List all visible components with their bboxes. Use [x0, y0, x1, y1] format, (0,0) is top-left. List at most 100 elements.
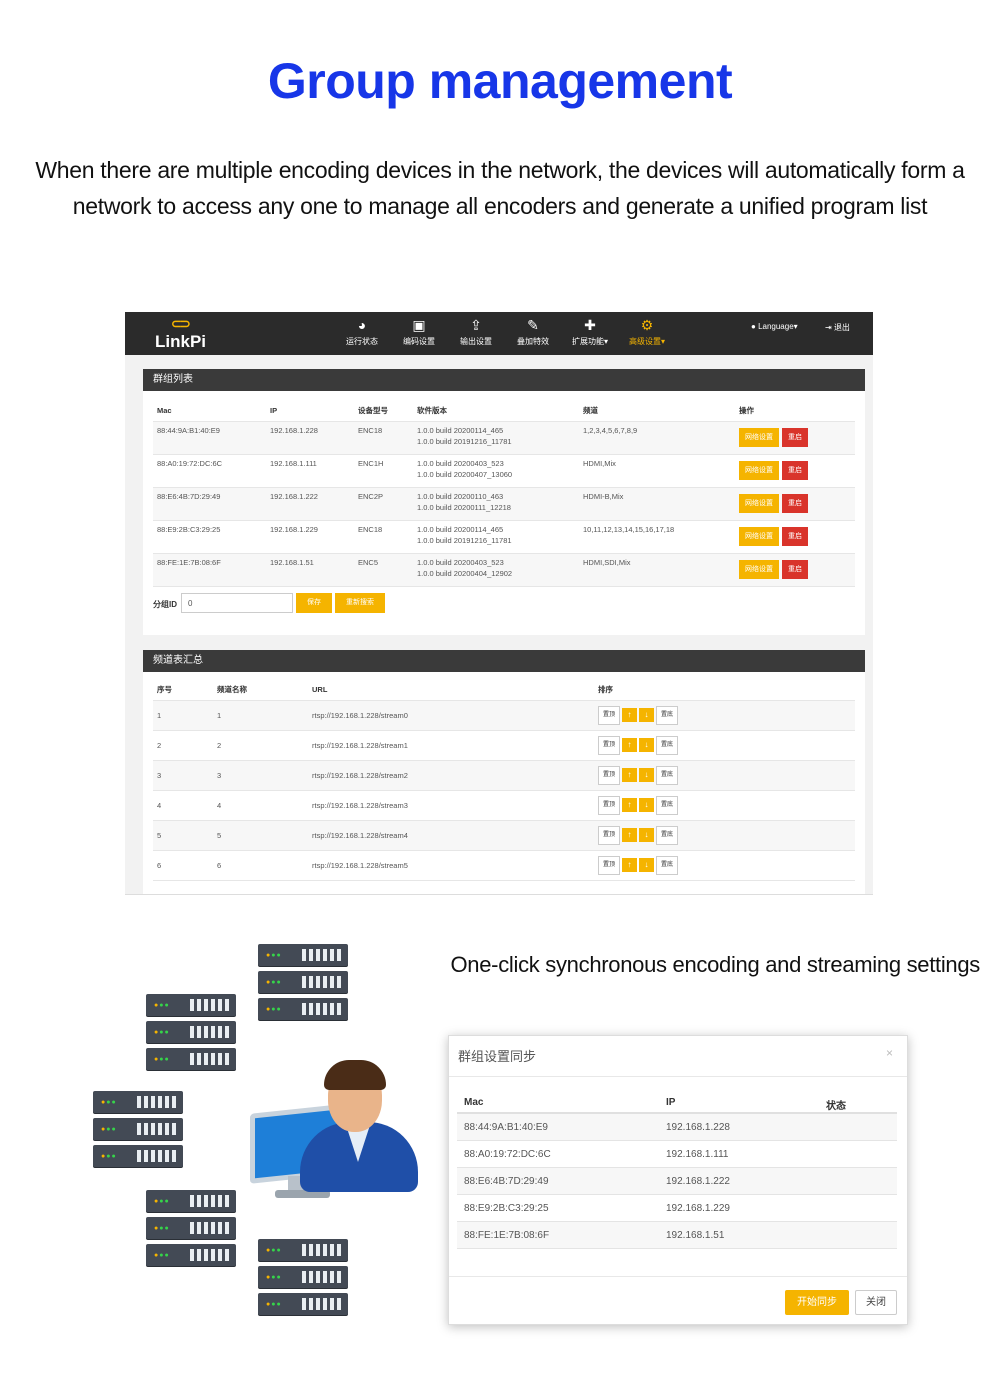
- server-unit: ●●●: [146, 1190, 236, 1212]
- cell-channels: HDMI,SDI,Mix: [579, 553, 735, 587]
- cell-name: 6: [213, 850, 308, 881]
- server-unit: ●●●: [93, 1145, 183, 1167]
- cell-mac: 88:FE:1E:7B:08:6F: [153, 553, 266, 587]
- nav-advanced[interactable]: ⚙ 高级设置▾: [622, 316, 672, 347]
- move-down-button[interactable]: ↓: [639, 768, 655, 782]
- channel-summary-title: 频道表汇总: [143, 650, 865, 672]
- version-line: 1.0.0 build 20191216_11781: [417, 436, 512, 446]
- move-top-button[interactable]: 置顶: [598, 825, 621, 845]
- network-settings-button[interactable]: 网络设置: [739, 461, 779, 480]
- person-hair: [324, 1060, 386, 1090]
- logo[interactable]: ⊂⊃ LinkPi: [153, 316, 233, 352]
- server-unit: ●●●: [258, 1293, 348, 1315]
- cell-version: 1.0.0 build 20200403_523 1.0.0 build 2020…: [413, 454, 579, 488]
- move-top-button[interactable]: 置顶: [598, 735, 621, 755]
- move-top-button[interactable]: 置顶: [598, 855, 621, 875]
- sync-subtitle: One-click synchronous encoding and strea…: [450, 952, 980, 977]
- led-icon: ●●●: [154, 1029, 170, 1036]
- group-id-input[interactable]: 0: [181, 592, 293, 613]
- move-down-button[interactable]: ↓: [639, 708, 655, 722]
- move-up-button[interactable]: ↑: [622, 798, 638, 812]
- close-icon[interactable]: ×: [886, 1046, 893, 1060]
- cell-url: rtsp://192.168.1.228/stream5: [308, 850, 594, 881]
- restart-button[interactable]: 重启: [782, 560, 808, 579]
- nav-encode[interactable]: ▣ 编码设置: [394, 316, 444, 347]
- restart-button[interactable]: 重启: [782, 527, 808, 546]
- col-ip: IP: [266, 401, 354, 422]
- network-settings-button[interactable]: 网络设置: [739, 527, 779, 546]
- cell-ip: 192.168.1.51: [666, 1230, 725, 1241]
- nav-label: 运行状态: [346, 337, 378, 346]
- drive-bays: [302, 1244, 342, 1256]
- move-down-button[interactable]: ↓: [639, 738, 655, 752]
- group-list-title: 群组列表: [143, 369, 865, 391]
- drive-bays: [190, 1053, 230, 1065]
- group-list-panel: 群组列表 Mac IP 设备型号 软件版本 频道 操作 88:44:9A:B1:…: [143, 369, 865, 635]
- move-bottom-button[interactable]: 置底: [656, 795, 679, 815]
- network-settings-button[interactable]: 网络设置: [739, 428, 779, 447]
- cell-mac: 88:E9:2B:C3:29:25: [464, 1203, 549, 1214]
- cell-ip: 192.168.1.222: [266, 487, 354, 521]
- start-sync-button[interactable]: 开始同步: [785, 1290, 849, 1315]
- move-top-button[interactable]: 置顶: [598, 705, 621, 725]
- move-up-button[interactable]: ↑: [622, 858, 638, 872]
- table-header-row: Mac IP 设备型号 软件版本 频道 操作: [153, 401, 855, 422]
- col-mac: Mac: [153, 401, 266, 422]
- nav-status[interactable]: ◕ 运行状态: [337, 316, 387, 347]
- move-up-button[interactable]: ↑: [622, 828, 638, 842]
- move-up-button[interactable]: ↑: [622, 768, 638, 782]
- table-row: 88:E9:2B:C3:29:25 192.168.1.229 ENC18 1.…: [153, 520, 855, 554]
- cell-version: 1.0.0 build 20200114_465 1.0.0 build 2019…: [413, 421, 579, 455]
- restart-button[interactable]: 重启: [782, 494, 808, 513]
- nav-overlay[interactable]: ✎ 叠加特效: [508, 316, 558, 347]
- cell-mac: 88:A0:19:72:DC:6C: [464, 1149, 551, 1160]
- led-icon: ●●●: [266, 952, 282, 959]
- col-sort: 排序: [594, 680, 855, 701]
- server-unit: ●●●: [93, 1118, 183, 1140]
- cell-name: 5: [213, 820, 308, 851]
- server-rack: ●●● ●●● ●●●: [93, 1091, 183, 1172]
- restart-button[interactable]: 重启: [782, 461, 808, 480]
- dashboard-icon: ◕: [357, 317, 367, 333]
- move-top-button[interactable]: 置顶: [598, 765, 621, 785]
- table-row: 88:44:9A:B1:40:E9 192.168.1.228: [457, 1114, 897, 1141]
- move-up-button[interactable]: ↑: [622, 708, 638, 722]
- table-header-row: Mac IP 状态: [457, 1089, 897, 1114]
- move-bottom-button[interactable]: 置底: [656, 735, 679, 755]
- cell-sort: 置顶 ↑ ↓ 置底: [594, 820, 855, 851]
- move-down-button[interactable]: ↓: [639, 858, 655, 872]
- rescan-button[interactable]: 重新搜索: [335, 592, 385, 613]
- col-url: URL: [308, 680, 594, 701]
- network-settings-button[interactable]: 网络设置: [739, 494, 779, 513]
- version-line: 1.0.0 build 20200403_523: [417, 557, 504, 567]
- cell-no: 3: [153, 760, 213, 791]
- table-row: 6 6 rtsp://192.168.1.228/stream5 置顶 ↑ ↓ 置底: [153, 850, 855, 881]
- move-bottom-button[interactable]: 置底: [656, 765, 679, 785]
- nav-output[interactable]: ⇪ 输出设置: [451, 316, 501, 347]
- col-channel: 频道: [579, 401, 735, 422]
- nav-extend[interactable]: ✚ 扩展功能▾: [565, 316, 615, 347]
- move-bottom-button[interactable]: 置底: [656, 855, 679, 875]
- move-down-button[interactable]: ↓: [639, 798, 655, 812]
- table-header-row: 序号 频道名称 URL 排序: [153, 680, 855, 701]
- server-unit: ●●●: [146, 1217, 236, 1239]
- upload-icon: ⇪: [470, 317, 482, 333]
- led-icon: ●●●: [266, 1247, 282, 1254]
- cell-version: 1.0.0 build 20200403_523 1.0.0 build 2020…: [413, 553, 579, 587]
- cell-channels: 10,11,12,13,14,15,16,17,18: [579, 520, 735, 554]
- language-menu[interactable]: ● Language▾: [751, 322, 798, 331]
- move-down-button[interactable]: ↓: [639, 828, 655, 842]
- move-up-button[interactable]: ↑: [622, 738, 638, 752]
- move-top-button[interactable]: 置顶: [598, 795, 621, 815]
- cell-sort: 置顶 ↑ ↓ 置底: [594, 730, 855, 761]
- logo-text: LinkPi: [155, 332, 207, 351]
- close-button[interactable]: 关闭: [855, 1290, 897, 1315]
- logout-link[interactable]: ⇥ 退出: [825, 322, 850, 333]
- move-bottom-button[interactable]: 置底: [656, 825, 679, 845]
- cell-model: ENC2P: [354, 487, 413, 521]
- restart-button[interactable]: 重启: [782, 428, 808, 447]
- save-button[interactable]: 保存: [296, 592, 332, 613]
- move-bottom-button[interactable]: 置底: [656, 705, 679, 725]
- network-settings-button[interactable]: 网络设置: [739, 560, 779, 579]
- cell-url: rtsp://192.168.1.228/stream4: [308, 820, 594, 851]
